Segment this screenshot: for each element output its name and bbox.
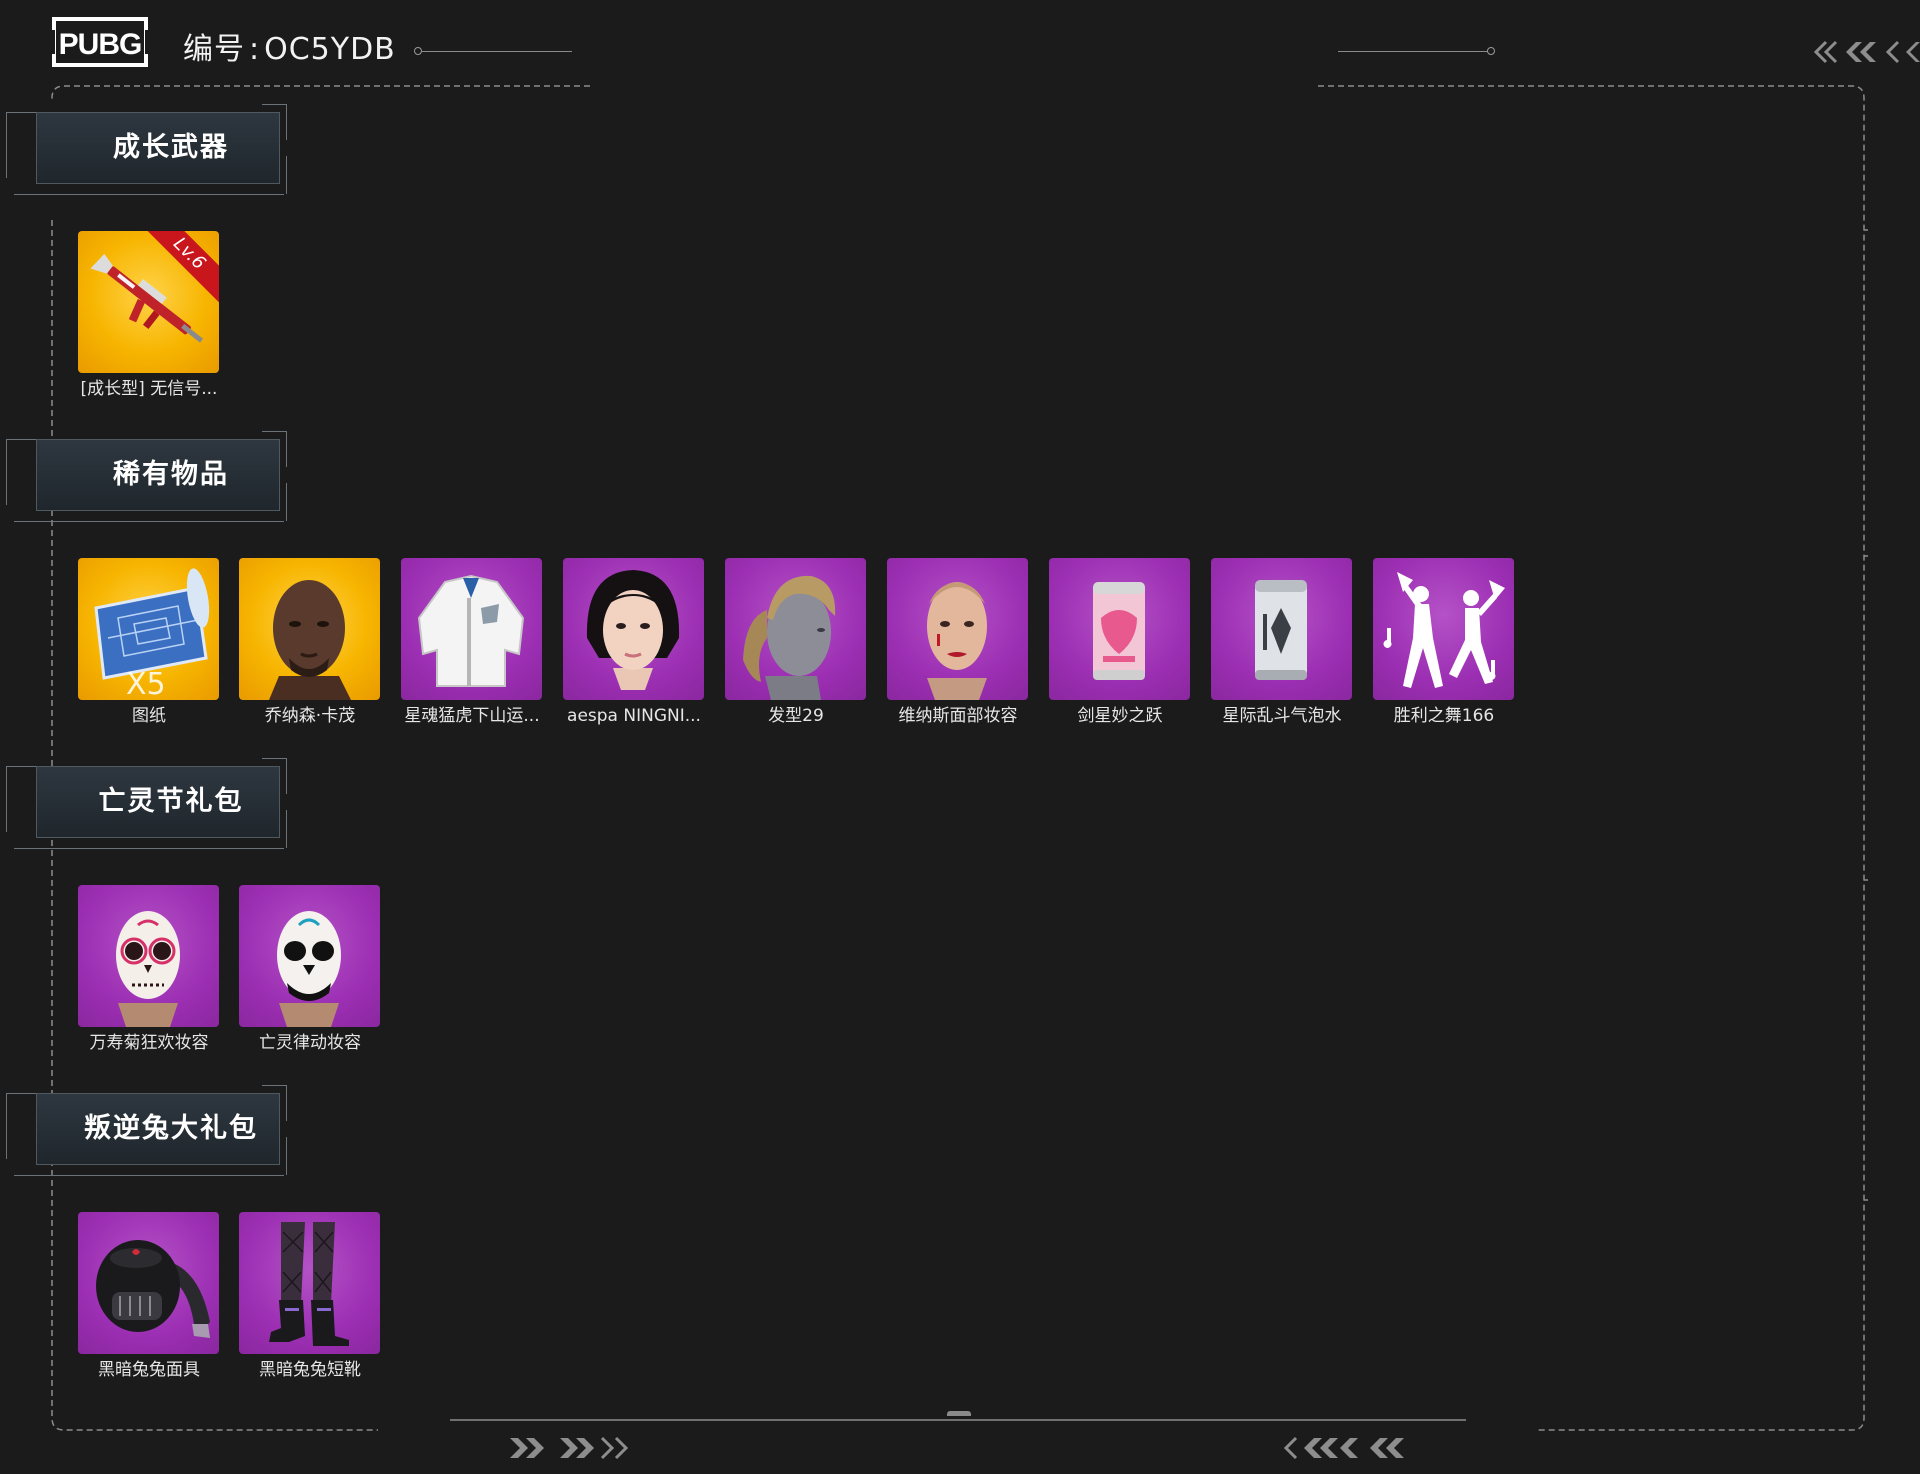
header-line-right: [1338, 51, 1488, 52]
item-label: 胜利之舞166: [1393, 706, 1495, 726]
item-card[interactable]: 剑星妙之跃: [1049, 558, 1191, 727]
section-header-day-of-dead-pack: 亡灵节礼包: [0, 750, 300, 856]
id-prefix: 编号: [183, 32, 245, 67]
boots-icon: [269, 1222, 349, 1346]
item-card[interactable]: Lv.6 [成长型] 无信号...: [78, 231, 220, 400]
item-tile[interactable]: [239, 558, 380, 700]
item-label: 黑暗兔兔面具: [98, 1360, 200, 1380]
sugar-skull-makeup-icon: [116, 911, 180, 1027]
hairstyle-icon: [743, 575, 836, 700]
item-tile[interactable]: [1373, 558, 1514, 700]
item-tile[interactable]: X5: [78, 558, 219, 700]
item-label: 图纸: [132, 706, 166, 726]
section-header-rare-items: 稀有物品: [0, 423, 300, 529]
item-card[interactable]: 乔纳森·卡茂: [239, 558, 381, 727]
item-card[interactable]: 黑暗兔兔面具: [78, 1212, 220, 1381]
item-card[interactable]: 胜利之舞166: [1373, 558, 1515, 727]
id-value: OC5YDB: [264, 32, 396, 67]
section-title: 亡灵节礼包: [98, 786, 244, 817]
rabbit-mask-icon: [96, 1240, 210, 1338]
chevrons-right-icon: [510, 1436, 629, 1460]
female-face-icon: [586, 570, 680, 690]
item-label: 剑星妙之跃: [1077, 706, 1163, 726]
item-label: 乔纳森·卡茂: [264, 706, 356, 726]
dance-emote-icon: [1383, 572, 1505, 688]
scroll-indicator[interactable]: [947, 1411, 971, 1416]
item-tile[interactable]: [1211, 558, 1352, 700]
section-title: 叛逆兔大礼包: [84, 1113, 258, 1144]
item-tile[interactable]: [239, 885, 380, 1027]
header-line-left: [422, 51, 572, 52]
character-face-icon: [269, 580, 351, 700]
item-label: 星际乱斗气泡水: [1222, 706, 1342, 726]
item-tile[interactable]: Lv.6: [78, 231, 219, 373]
header-dot-right: [1487, 47, 1495, 55]
item-tile[interactable]: [563, 558, 704, 700]
section-title: 成长武器: [113, 132, 229, 163]
item-card[interactable]: 万寿菊狂欢妆容: [78, 885, 220, 1054]
section-title: 稀有物品: [113, 459, 229, 490]
item-label: [成长型] 无信号...: [80, 379, 218, 399]
section-header-growth-weapons: 成长武器: [0, 96, 300, 202]
chevrons-left-icon: [1813, 40, 1920, 64]
id-separator: :: [249, 32, 261, 67]
item-tile[interactable]: [401, 558, 542, 700]
svg-text:PUBG: PUBG: [59, 28, 142, 61]
item-card[interactable]: 亡灵律动妆容: [239, 885, 381, 1054]
face-makeup-icon: [927, 582, 987, 700]
jacket-icon: [417, 574, 525, 687]
header-dot-left: [414, 47, 422, 55]
item-card[interactable]: 黑暗兔兔短靴: [239, 1212, 381, 1381]
item-tile[interactable]: [887, 558, 1028, 700]
pink-can-icon: [1093, 582, 1145, 680]
item-card[interactable]: 维纳斯面部妆容: [887, 558, 1029, 727]
item-label: 万寿菊狂欢妆容: [89, 1033, 209, 1053]
item-card[interactable]: X5 图纸: [78, 558, 220, 727]
item-tile[interactable]: [239, 1212, 380, 1354]
item-tile[interactable]: [1049, 558, 1190, 700]
item-label: 星魂猛虎下山运...: [404, 706, 540, 726]
section-header-rebel-rabbit-pack: 叛逆兔大礼包: [0, 1077, 300, 1183]
item-card[interactable]: aespa NINGNI...: [563, 558, 705, 727]
item-label: 发型29: [768, 706, 824, 726]
silver-can-icon: [1255, 580, 1307, 680]
item-label: 黑暗兔兔短靴: [259, 1360, 361, 1380]
skull-makeup-icon: [277, 911, 341, 1027]
player-id: 编号: OC5YDB: [183, 30, 396, 70]
item-tile[interactable]: [725, 558, 866, 700]
item-tile[interactable]: [78, 885, 219, 1027]
quantity-badge: X5: [126, 667, 166, 700]
item-label: aespa NINGNI...: [567, 706, 701, 726]
item-tile[interactable]: [78, 1212, 219, 1354]
item-card[interactable]: 星际乱斗气泡水: [1211, 558, 1353, 727]
item-label: 亡灵律动妆容: [259, 1033, 361, 1053]
item-card[interactable]: 发型29: [725, 558, 867, 727]
chevrons-left-bottom-icon: [1283, 1436, 1404, 1460]
item-card[interactable]: 星魂猛虎下山运...: [401, 558, 543, 727]
item-label: 维纳斯面部妆容: [898, 706, 1018, 726]
page: PUBG 编号: OC5YDB 成长武器 Lv.6 [成长型] 无信号... 稀…: [0, 0, 1920, 1474]
pubg-logo: PUBG: [51, 17, 149, 67]
